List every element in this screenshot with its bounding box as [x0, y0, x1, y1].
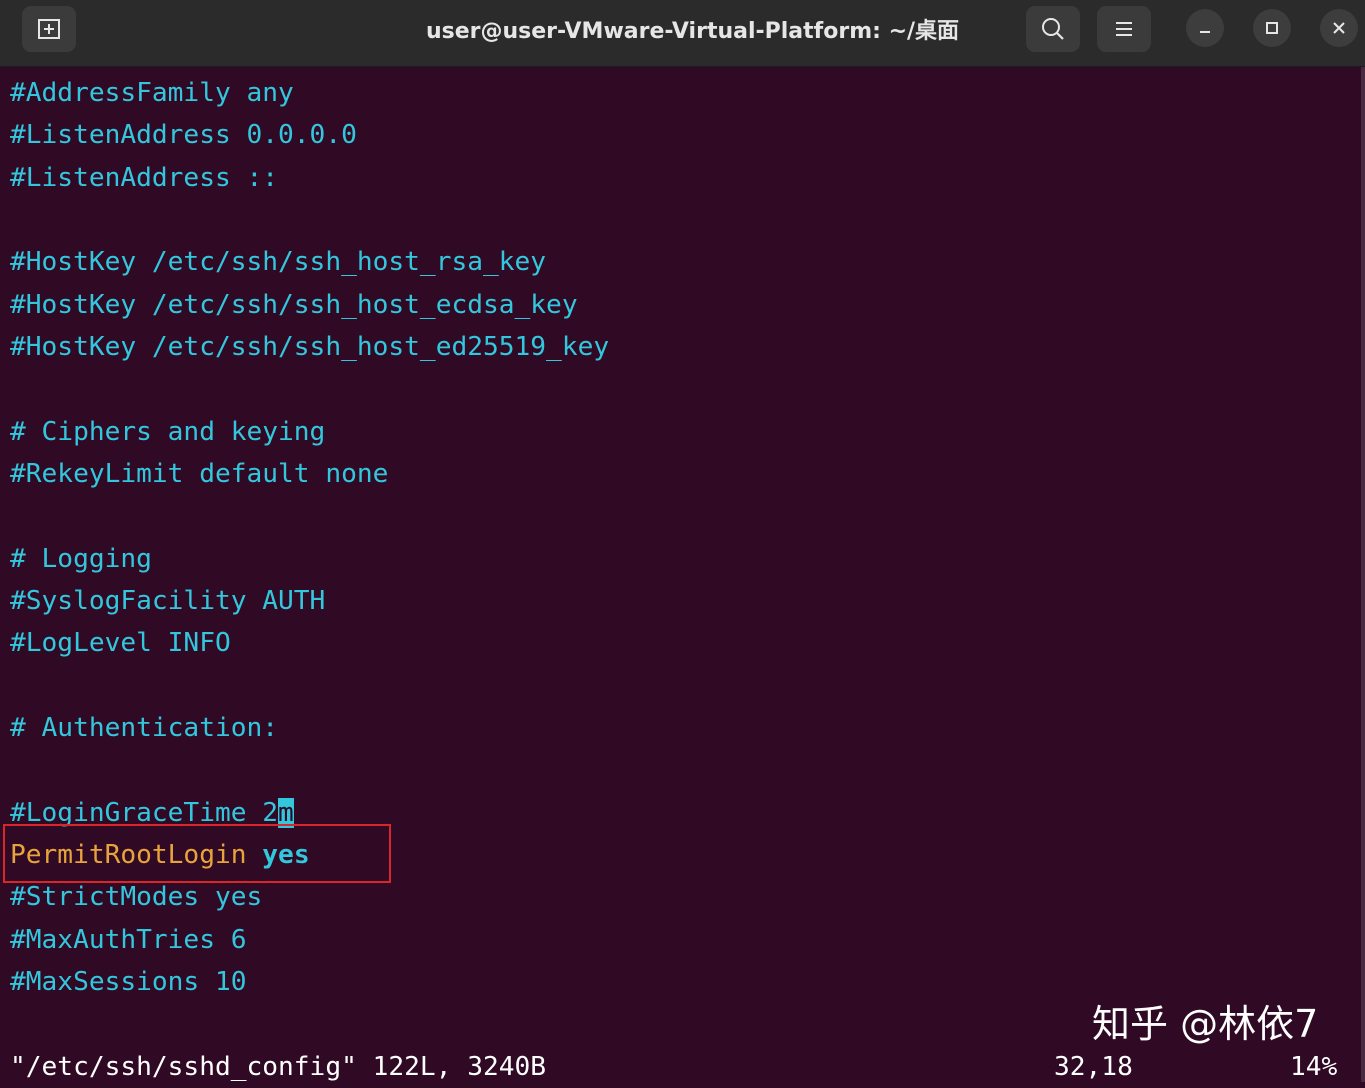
watermark: 知乎 @林依7 [1092, 1002, 1319, 1046]
config-line: #HostKey /etc/ssh/ssh_host_rsa_key [10, 247, 547, 277]
config-line: #SyslogFacility AUTH [10, 586, 326, 616]
config-line: # Ciphers and keying [10, 417, 326, 447]
new-tab-icon [38, 19, 60, 39]
config-line: #ListenAddress :: [10, 163, 279, 193]
config-line: #ListenAddress 0.0.0.0 [10, 120, 357, 150]
terminal-area[interactable]: #AddressFamily any #ListenAddress 0.0.0.… [0, 67, 1365, 1082]
title-bar: user@user-VMware-Virtual-Platform: ~/桌面 [0, 0, 1365, 67]
close-icon [1333, 22, 1345, 34]
minimize-icon [1200, 31, 1210, 33]
highlight-box [3, 824, 391, 883]
maximize-button[interactable] [1253, 9, 1291, 47]
config-line: #RekeyLimit default none [10, 459, 389, 489]
scrollbar[interactable] [1361, 67, 1365, 1082]
menu-button[interactable] [1097, 6, 1151, 52]
maximize-icon [1266, 22, 1278, 34]
config-line: #HostKey /etc/ssh/ssh_host_ecdsa_key [10, 290, 578, 320]
config-line: # Authentication: [10, 713, 279, 743]
new-tab-button[interactable] [22, 6, 76, 52]
minimize-button[interactable] [1186, 9, 1224, 47]
menu-icon [1116, 22, 1132, 36]
config-line: #HostKey /etc/ssh/ssh_host_ed25519_key [10, 332, 610, 362]
search-button[interactable] [1026, 6, 1080, 52]
config-line: #LogLevel INFO [10, 628, 231, 658]
config-line: #MaxSessions 10 [10, 967, 247, 997]
window-title: user@user-VMware-Virtual-Platform: ~/桌面 [425, 19, 960, 44]
config-line: # Logging [10, 544, 152, 574]
search-icon [1042, 18, 1064, 40]
config-line: #AddressFamily any [10, 78, 294, 108]
config-line: #MaxAuthTries 6 [10, 925, 247, 955]
close-button[interactable] [1320, 9, 1358, 47]
